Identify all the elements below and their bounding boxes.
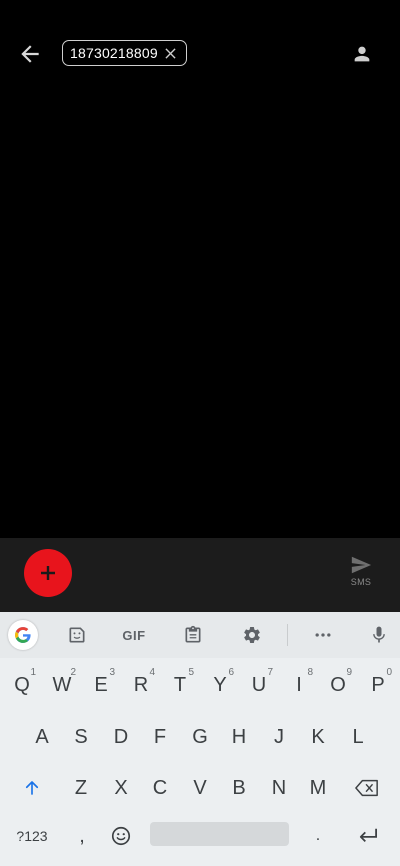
enter-key[interactable]	[346, 816, 390, 856]
key-y[interactable]: Y6	[200, 665, 240, 705]
key-w[interactable]: W2	[42, 665, 82, 705]
shift-arrow-icon	[25, 781, 39, 795]
symbols-key[interactable]: ?123	[6, 816, 58, 856]
top-bar: 18730218809	[0, 0, 400, 106]
key-i[interactable]: I8	[279, 665, 319, 705]
emoji-key[interactable]	[101, 816, 141, 856]
key-j[interactable]: J	[259, 717, 299, 757]
gif-label: GIF	[122, 627, 146, 643]
key-h[interactable]: H	[219, 717, 259, 757]
key-v[interactable]: V	[180, 768, 220, 808]
enter-icon	[359, 828, 377, 843]
key-z[interactable]: Z	[61, 768, 101, 808]
sticker-icon	[69, 627, 85, 643]
keyboard-row-3: Z X C V B N M	[0, 768, 400, 808]
keyboard-row-1: Q1 W2 E3 R4 T5 Y6 U7 I8 O9 P0	[0, 665, 400, 705]
keyboard-row-bottom: ?123 , .	[0, 816, 400, 856]
recipient-chip-label: 18730218809	[70, 45, 158, 61]
voice-input-button[interactable]	[364, 620, 394, 650]
key-o[interactable]: O9	[318, 665, 358, 705]
keyboard-settings-button[interactable]	[237, 620, 267, 650]
send-button[interactable]: SMS	[342, 554, 380, 594]
shift-key[interactable]	[10, 768, 54, 808]
emoji-icon	[111, 826, 131, 846]
comma-key[interactable]: ,	[62, 816, 102, 856]
google-g-icon	[15, 627, 31, 643]
add-attachment-button[interactable]	[24, 549, 72, 597]
send-icon	[351, 556, 372, 574]
key-k[interactable]: K	[298, 717, 338, 757]
key-f[interactable]: F	[140, 717, 180, 757]
toolbar-divider	[287, 624, 288, 646]
key-b[interactable]: B	[219, 768, 259, 808]
more-options-button[interactable]	[308, 620, 338, 650]
sticker-button[interactable]	[62, 620, 92, 650]
period-key[interactable]: .	[298, 816, 338, 856]
compose-bar: SMS	[0, 538, 400, 612]
more-horizontal-icon	[315, 633, 331, 637]
space-key[interactable]	[150, 822, 289, 846]
plus-icon	[41, 566, 55, 580]
key-a[interactable]: A	[22, 717, 62, 757]
key-x[interactable]: X	[101, 768, 141, 808]
gif-button[interactable]: GIF	[117, 620, 151, 650]
soft-keyboard: GIF Q1 W2 E 3 R 4 T 5 Y 6 U 7 I 8 O 9 P …	[0, 612, 400, 866]
key-d[interactable]: D	[101, 717, 141, 757]
clipboard-button[interactable]	[178, 620, 208, 650]
backspace-key[interactable]	[344, 768, 390, 808]
key-m[interactable]: M	[298, 768, 338, 808]
back-button[interactable]	[12, 36, 48, 72]
message-thread	[0, 106, 400, 538]
keyboard-row-2: A S D F G H J K L	[0, 717, 400, 757]
key-g[interactable]: G	[180, 717, 220, 757]
send-type-label: SMS	[350, 577, 372, 587]
google-search-button[interactable]	[8, 620, 38, 650]
close-icon	[165, 47, 176, 59]
microphone-icon	[373, 626, 385, 643]
key-t[interactable]: T5	[160, 665, 200, 705]
recipient-chip[interactable]: 18730218809	[62, 40, 187, 66]
clipboard-icon	[185, 625, 201, 643]
add-contact-button[interactable]	[346, 38, 378, 70]
person-icon	[354, 46, 370, 62]
remove-recipient-button[interactable]	[164, 46, 178, 60]
arrow-left-icon	[21, 45, 39, 63]
key-r[interactable]: R4	[121, 665, 161, 705]
key-c[interactable]: C	[140, 768, 180, 808]
gear-icon	[244, 627, 260, 643]
key-e[interactable]: E3	[81, 665, 121, 705]
keyboard-toolbar: GIF	[0, 612, 400, 658]
key-u[interactable]: U7	[239, 665, 279, 705]
key-s[interactable]: S	[61, 717, 101, 757]
key-p[interactable]: P0	[358, 665, 398, 705]
key-l[interactable]: L	[338, 717, 378, 757]
key-n[interactable]: N	[259, 768, 299, 808]
key-q[interactable]: Q1	[2, 665, 42, 705]
backspace-icon	[355, 779, 378, 797]
